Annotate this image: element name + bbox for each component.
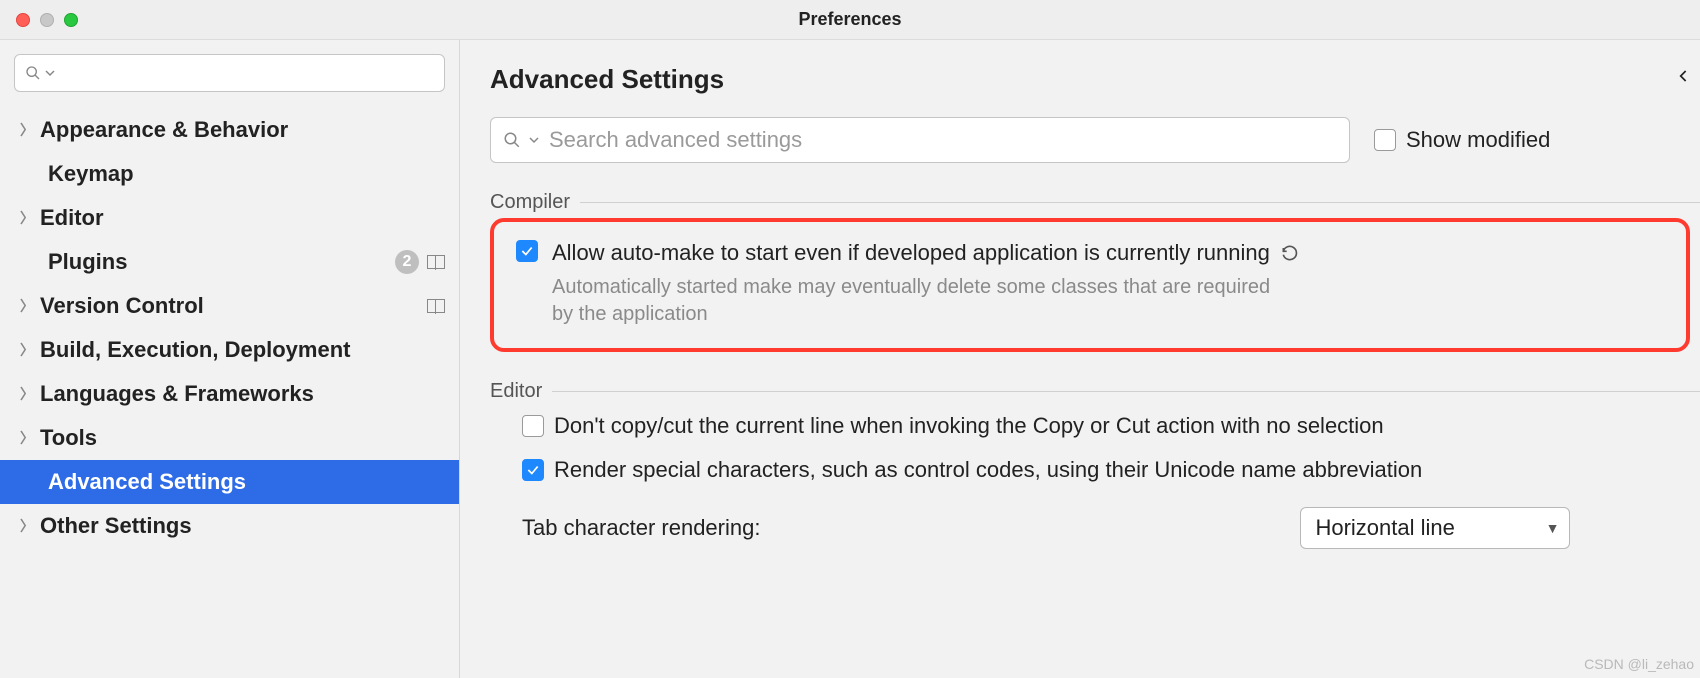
chevron-right-icon: 〉 (20, 296, 34, 316)
show-modified-label: Show modified (1406, 127, 1550, 153)
search-icon (503, 131, 521, 149)
revert-icon[interactable] (1280, 243, 1300, 263)
checkbox-icon (522, 459, 544, 481)
separate-window-icon (427, 299, 445, 313)
back-arrow-icon[interactable] (1674, 66, 1694, 91)
dont-copy-line-toggle[interactable]: Don't copy/cut the current line when inv… (522, 413, 1700, 439)
sidebar-item-label: Keymap (48, 161, 134, 187)
sidebar-item-label: Tools (40, 425, 97, 451)
sidebar-item-label: Advanced Settings (48, 469, 246, 495)
chevron-right-icon: 〉 (20, 384, 34, 404)
sidebar-item-label: Plugins (48, 249, 127, 275)
dont-copy-label: Don't copy/cut the current line when inv… (554, 413, 1384, 439)
check-icon (526, 463, 540, 477)
plugins-badge: 2 (395, 250, 419, 274)
chevron-down-icon (529, 135, 539, 145)
sidebar-item-label: Build, Execution, Deployment (40, 337, 350, 363)
sidebar-item-keymap[interactable]: Keymap (0, 152, 459, 196)
show-modified-toggle[interactable]: Show modified (1374, 127, 1550, 153)
advanced-search[interactable] (490, 117, 1350, 163)
sidebar-item-label: Other Settings (40, 513, 192, 539)
render-special-label: Render special characters, such as contr… (554, 457, 1422, 483)
sidebar: 〉 Appearance & Behavior Keymap 〉 Editor … (0, 40, 460, 678)
watermark: CSDN @li_zehao (1584, 656, 1694, 672)
tab-render-select[interactable]: Horizontal line ▼ (1300, 507, 1570, 549)
tab-render-label: Tab character rendering: (522, 515, 760, 541)
main-panel: Advanced Settings Show modified Compiler (460, 40, 1700, 678)
chevron-right-icon: 〉 (20, 516, 34, 536)
allow-automake-checkbox[interactable] (516, 240, 538, 262)
advanced-search-input[interactable] (547, 126, 1337, 154)
sidebar-item-editor[interactable]: 〉 Editor (0, 196, 459, 240)
sidebar-search[interactable] (14, 54, 445, 92)
highlighted-setting: Allow auto-make to start even if develop… (490, 218, 1690, 352)
sidebar-item-other-settings[interactable]: 〉 Other Settings (0, 504, 459, 548)
chevron-right-icon: 〉 (20, 428, 34, 448)
allow-automake-hint: Automatically started make may eventuall… (552, 274, 1272, 328)
check-icon (520, 244, 534, 258)
chevron-right-icon: 〉 (20, 208, 34, 228)
section-editor: Editor (490, 380, 1700, 403)
chevron-down-icon (45, 68, 55, 78)
checkbox-icon (522, 415, 544, 437)
sidebar-item-advanced-settings[interactable]: Advanced Settings (0, 460, 459, 504)
sidebar-tree: 〉 Appearance & Behavior Keymap 〉 Editor … (0, 106, 459, 548)
search-icon (25, 65, 41, 81)
section-label: Compiler (490, 191, 570, 214)
page-title: Advanced Settings (490, 64, 1700, 95)
chevron-right-icon: 〉 (20, 120, 34, 140)
dropdown-icon: ▼ (1546, 520, 1560, 536)
sidebar-item-tools[interactable]: 〉 Tools (0, 416, 459, 460)
tab-render-value: Horizontal line (1315, 515, 1454, 541)
sidebar-search-input[interactable] (59, 62, 434, 85)
chevron-right-icon: 〉 (20, 340, 34, 360)
checkbox-icon (1374, 129, 1396, 151)
separate-window-icon (427, 255, 445, 269)
sidebar-item-label: Version Control (40, 293, 204, 319)
section-compiler: Compiler (490, 191, 1700, 214)
sidebar-item-languages[interactable]: 〉 Languages & Frameworks (0, 372, 459, 416)
sidebar-item-appearance[interactable]: 〉 Appearance & Behavior (0, 108, 459, 152)
allow-automake-label: Allow auto-make to start even if develop… (552, 240, 1270, 266)
sidebar-item-label: Languages & Frameworks (40, 381, 314, 407)
section-label: Editor (490, 380, 542, 403)
window-title: Preferences (0, 9, 1700, 30)
render-special-toggle[interactable]: Render special characters, such as contr… (522, 457, 1700, 483)
sidebar-item-label: Appearance & Behavior (40, 117, 288, 143)
sidebar-item-plugins[interactable]: Plugins 2 (0, 240, 459, 284)
sidebar-item-label: Editor (40, 205, 104, 231)
titlebar: Preferences (0, 0, 1700, 40)
sidebar-item-build[interactable]: 〉 Build, Execution, Deployment (0, 328, 459, 372)
sidebar-item-version-control[interactable]: 〉 Version Control (0, 284, 459, 328)
